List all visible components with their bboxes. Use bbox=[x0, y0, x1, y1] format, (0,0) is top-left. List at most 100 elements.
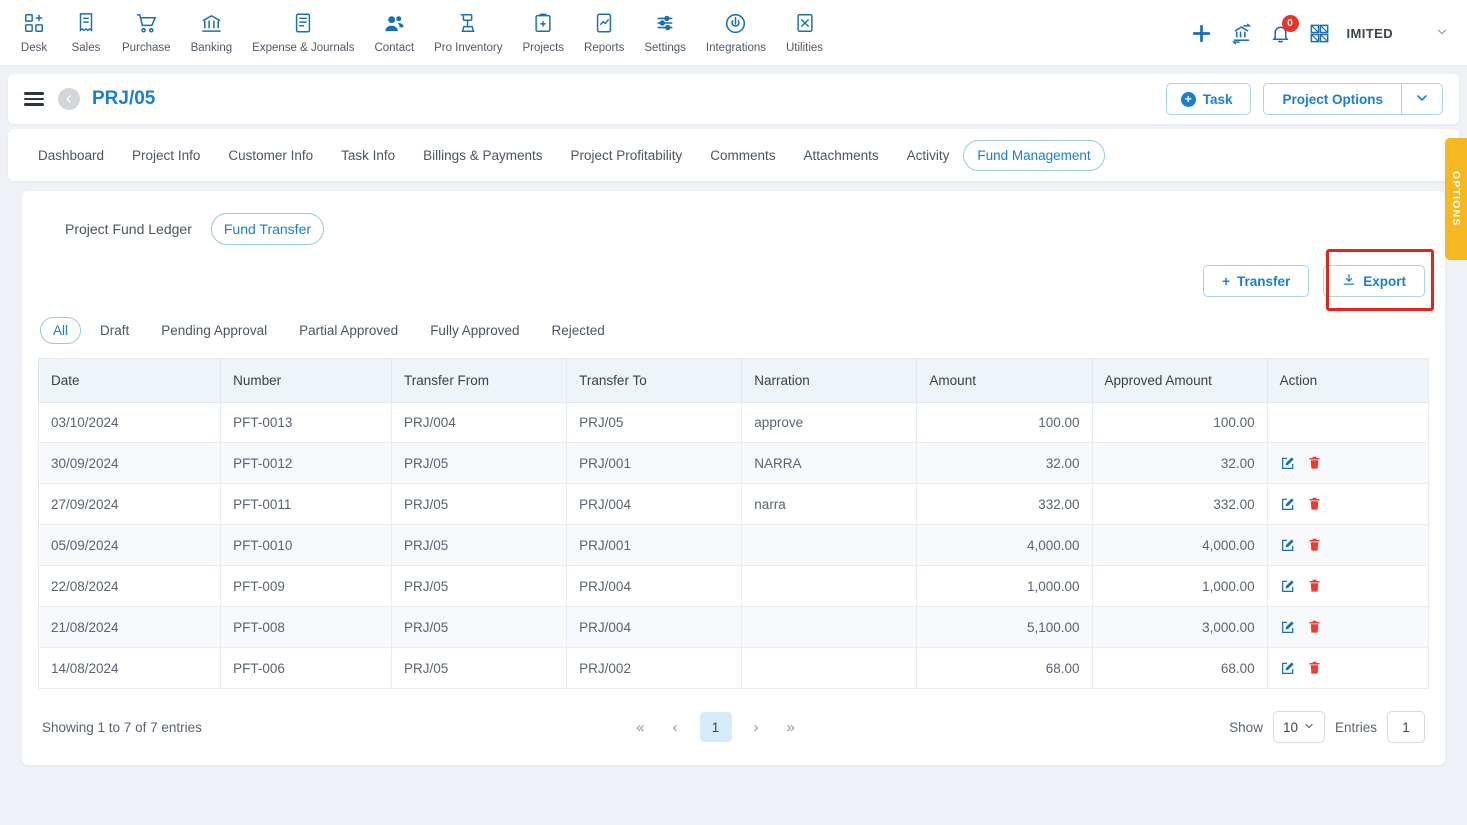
tab-project-info[interactable]: Project Info bbox=[118, 140, 214, 171]
table-row[interactable]: 03/10/2024 PFT-0013 PRJ/004 PRJ/05 appro… bbox=[39, 403, 1429, 443]
edit-pencil-icon[interactable] bbox=[1280, 496, 1296, 512]
page-number-1[interactable]: 1 bbox=[700, 712, 732, 742]
table-row[interactable]: 30/09/2024 PFT-0012 PRJ/05 PRJ/001 NARRA… bbox=[39, 443, 1429, 484]
filter-all[interactable]: All bbox=[40, 317, 81, 344]
page-size-controls: Show 10 Entries 1 bbox=[1229, 711, 1425, 743]
column-header-date[interactable]: Date bbox=[39, 359, 221, 403]
transfer-button[interactable]: + Transfer bbox=[1203, 265, 1309, 297]
filter-fully-approved[interactable]: Fully Approved bbox=[417, 317, 532, 344]
table-row[interactable]: 22/08/2024 PFT-009 PRJ/05 PRJ/004 1,000.… bbox=[39, 566, 1429, 607]
trash-delete-icon[interactable] bbox=[1307, 455, 1322, 471]
trash-delete-icon[interactable] bbox=[1307, 660, 1322, 676]
apps-grid-icon[interactable] bbox=[1308, 22, 1331, 45]
column-header-narration[interactable]: Narration bbox=[742, 359, 917, 403]
nav-item-desk[interactable]: Desk bbox=[8, 8, 60, 56]
trash-delete-icon[interactable] bbox=[1307, 537, 1322, 553]
trash-delete-icon[interactable] bbox=[1307, 619, 1322, 635]
subtab-fund-transfer[interactable]: Fund Transfer bbox=[211, 213, 324, 245]
show-label: Show bbox=[1229, 720, 1263, 735]
filter-rejected[interactable]: Rejected bbox=[539, 317, 618, 344]
cell-action bbox=[1267, 648, 1428, 689]
nav-item-integrations[interactable]: Integrations bbox=[696, 8, 776, 56]
nav-item-expense-journals[interactable]: Expense & Journals bbox=[242, 8, 364, 56]
edit-pencil-icon[interactable] bbox=[1280, 537, 1296, 553]
cell-transfer-from: PRJ/05 bbox=[392, 648, 567, 689]
cell-approved-amount: 4,000.00 bbox=[1092, 525, 1267, 566]
previous-page-button[interactable]: ‹ bbox=[667, 717, 684, 738]
table-action-row: + Transfer Export bbox=[38, 261, 1429, 301]
tab-project-profitability[interactable]: Project Profitability bbox=[556, 140, 696, 171]
nav-item-contact[interactable]: Contact bbox=[364, 8, 424, 56]
edit-pencil-icon[interactable] bbox=[1280, 619, 1296, 635]
nav-label: Desk bbox=[21, 42, 47, 54]
plus-icon[interactable] bbox=[1189, 21, 1214, 46]
column-header-action: Action bbox=[1267, 359, 1428, 403]
trash-delete-icon[interactable] bbox=[1307, 578, 1322, 594]
column-header-transfer-to[interactable]: Transfer To bbox=[567, 359, 742, 403]
cell-narration bbox=[742, 566, 917, 607]
nav-item-purchase[interactable]: Purchase bbox=[112, 8, 181, 56]
next-page-button[interactable]: › bbox=[748, 717, 765, 738]
tab-dashboard[interactable]: Dashboard bbox=[24, 140, 118, 171]
top-navigation-bar: Desk Sales Purchase bbox=[0, 0, 1467, 66]
nav-label: Contact bbox=[374, 42, 414, 54]
first-page-button[interactable]: « bbox=[630, 717, 650, 738]
column-header-amount[interactable]: Amount bbox=[917, 359, 1092, 403]
plus-circle-icon: + bbox=[1181, 92, 1196, 107]
tab-activity[interactable]: Activity bbox=[893, 140, 964, 171]
page-size-select[interactable]: 10 bbox=[1273, 711, 1325, 743]
fund-subtabs: Project Fund Ledger Fund Transfer bbox=[52, 213, 1429, 245]
cell-amount: 68.00 bbox=[917, 648, 1092, 689]
nav-item-sales[interactable]: Sales bbox=[60, 8, 112, 56]
tab-task-info[interactable]: Task Info bbox=[327, 140, 409, 171]
edit-pencil-icon[interactable] bbox=[1280, 455, 1296, 471]
bank-transfer-icon[interactable] bbox=[1230, 22, 1253, 45]
top-bar-right-actions: 0 IMITED bbox=[1189, 8, 1467, 58]
column-header-transfer-from[interactable]: Transfer From bbox=[392, 359, 567, 403]
bell-icon[interactable]: 0 bbox=[1269, 22, 1292, 45]
hamburger-menu-icon[interactable] bbox=[24, 92, 44, 105]
tab-customer-info[interactable]: Customer Info bbox=[214, 140, 327, 171]
column-header-number[interactable]: Number bbox=[221, 359, 392, 403]
filter-pending-approval[interactable]: Pending Approval bbox=[148, 317, 280, 344]
project-options-button[interactable]: Project Options bbox=[1263, 83, 1401, 115]
nav-item-utilities[interactable]: Utilities bbox=[776, 8, 833, 56]
options-side-tab[interactable]: OPTIONS bbox=[1445, 138, 1467, 260]
chevron-down-icon[interactable] bbox=[1435, 25, 1449, 42]
nav-item-banking[interactable]: Banking bbox=[181, 8, 243, 56]
export-button[interactable]: Export bbox=[1323, 265, 1425, 297]
filter-draft[interactable]: Draft bbox=[87, 317, 142, 344]
edit-pencil-icon[interactable] bbox=[1280, 660, 1296, 676]
nav-item-projects[interactable]: Projects bbox=[513, 8, 575, 56]
project-options-dropdown-button[interactable] bbox=[1401, 83, 1443, 115]
entry-page-input[interactable]: 1 bbox=[1387, 711, 1425, 743]
filter-partial-approved[interactable]: Partial Approved bbox=[286, 317, 411, 344]
subtab-project-fund-ledger[interactable]: Project Fund Ledger bbox=[52, 213, 205, 245]
cell-narration: NARRA bbox=[742, 443, 917, 484]
nav-item-settings[interactable]: Settings bbox=[634, 8, 696, 56]
pagination-controls: « ‹ 1 › » bbox=[630, 712, 801, 742]
page-size-value: 10 bbox=[1283, 720, 1298, 735]
tab-billings-payments[interactable]: Billings & Payments bbox=[409, 140, 556, 171]
cell-transfer-to: PRJ/05 bbox=[567, 403, 742, 443]
trash-delete-icon[interactable] bbox=[1307, 496, 1322, 512]
table-row[interactable]: 21/08/2024 PFT-008 PRJ/05 PRJ/004 5,100.… bbox=[39, 607, 1429, 648]
table-row[interactable]: 05/09/2024 PFT-0010 PRJ/05 PRJ/001 4,000… bbox=[39, 525, 1429, 566]
nav-item-reports[interactable]: Reports bbox=[574, 8, 634, 56]
tab-attachments[interactable]: Attachments bbox=[790, 140, 893, 171]
plus-sign: + bbox=[1222, 274, 1230, 289]
table-row[interactable]: 27/09/2024 PFT-0011 PRJ/05 PRJ/004 narra… bbox=[39, 484, 1429, 525]
tab-fund-management[interactable]: Fund Management bbox=[963, 140, 1104, 171]
task-button[interactable]: + Task bbox=[1166, 83, 1252, 115]
cell-transfer-to: PRJ/001 bbox=[567, 443, 742, 484]
edit-pencil-icon[interactable] bbox=[1280, 578, 1296, 594]
cell-narration bbox=[742, 648, 917, 689]
nav-item-pro-inventory[interactable]: Pro Inventory bbox=[424, 8, 512, 56]
last-page-button[interactable]: » bbox=[781, 717, 801, 738]
column-header-approved-amount[interactable]: Approved Amount bbox=[1092, 359, 1267, 403]
table-row[interactable]: 14/08/2024 PFT-006 PRJ/05 PRJ/002 68.00 … bbox=[39, 648, 1429, 689]
cell-action bbox=[1267, 484, 1428, 525]
table-body: 03/10/2024 PFT-0013 PRJ/004 PRJ/05 appro… bbox=[39, 403, 1429, 689]
back-chevron-icon[interactable] bbox=[58, 88, 80, 110]
tab-comments[interactable]: Comments bbox=[696, 140, 789, 171]
